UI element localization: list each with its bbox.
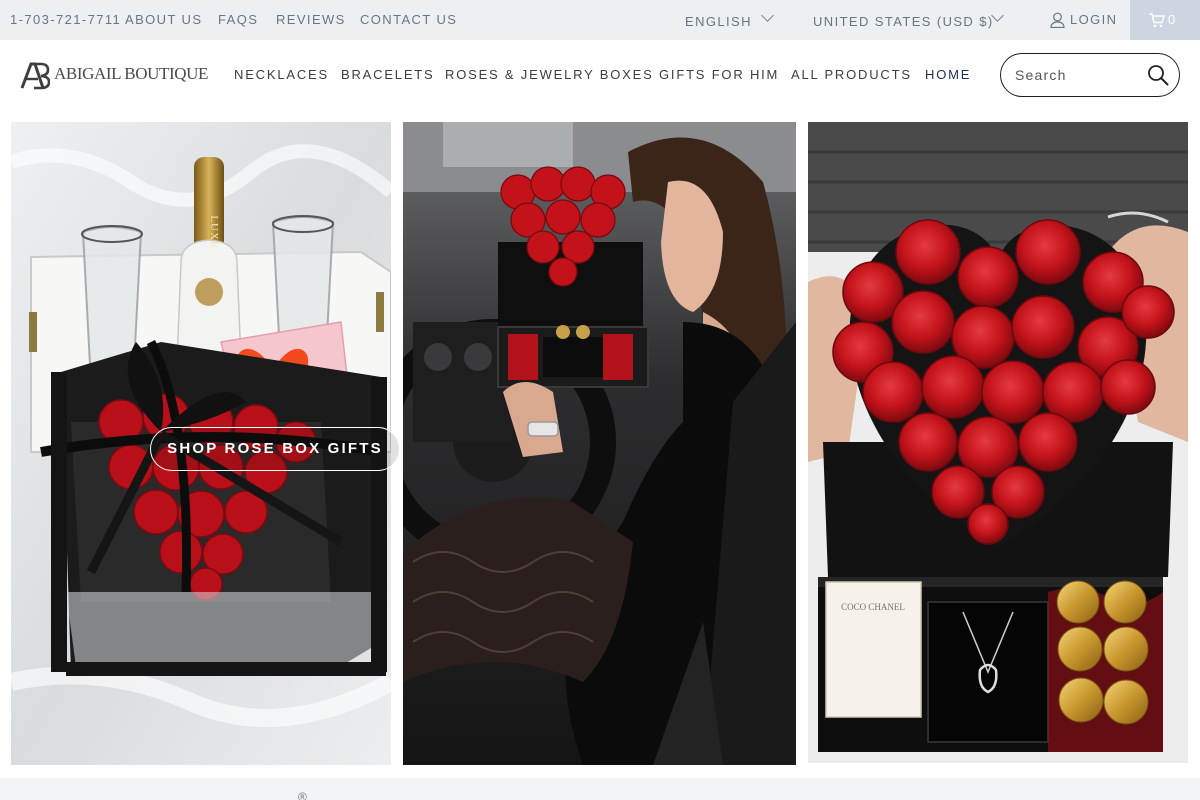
search-icon[interactable]	[1147, 64, 1169, 91]
logo-text[interactable]: ABIGAIL BOUTIQUE	[54, 64, 208, 84]
cart-button[interactable]: 0	[1130, 0, 1200, 40]
logo-mark-icon[interactable]	[20, 61, 51, 96]
nav-all-products[interactable]: ALL PRODUCTS	[791, 67, 912, 82]
registered-mark: ®	[298, 790, 307, 800]
bottom-section-edge	[0, 778, 1200, 800]
cart-icon	[1149, 13, 1165, 28]
luxe-bottle-label: LUXE	[208, 215, 220, 248]
nav-bracelets[interactable]: BRACELETS	[341, 67, 435, 82]
login-link[interactable]: LOGIN	[1070, 12, 1117, 27]
woman-in-car-rose-box-photo[interactable]	[403, 122, 796, 765]
phone-link[interactable]: 1-703-721-7711	[10, 12, 121, 27]
faqs-link[interactable]: FAQS	[218, 12, 258, 27]
user-icon[interactable]	[1050, 12, 1065, 33]
contact-us-link[interactable]: CONTACT US	[360, 12, 457, 27]
cart-count: 0	[1168, 12, 1176, 27]
nav-gifts-for-him[interactable]: GIFTS FOR HIM	[659, 67, 779, 82]
search-input[interactable]	[1015, 64, 1140, 86]
language-chevron-down-icon[interactable]	[761, 9, 774, 22]
nav-roses-jewelry-boxes[interactable]: ROSES & JEWELRY BOXES	[445, 67, 654, 82]
top-bar: 1-703-721-7711 ABOUT US FAQS REVIEWS CON…	[0, 0, 1200, 40]
nav-necklaces[interactable]: NECKLACES	[234, 67, 329, 82]
search-form	[1000, 53, 1180, 97]
reviews-link[interactable]: REVIEWS	[276, 12, 346, 27]
nav-home[interactable]: HOME	[925, 67, 971, 82]
about-us-link[interactable]: ABOUT US	[125, 12, 202, 27]
currency-select[interactable]: UNITED STATES (USD $)	[813, 14, 994, 29]
heart-rose-box-jewelry-drawer-photo[interactable]: COCO CHANEL	[808, 122, 1188, 763]
perfume-box-label: COCO CHANEL	[841, 602, 905, 612]
language-select[interactable]: ENGLISH	[685, 14, 752, 29]
shop-rose-box-gifts-button[interactable]: SHOP ROSE BOX GIFTS	[150, 427, 400, 471]
